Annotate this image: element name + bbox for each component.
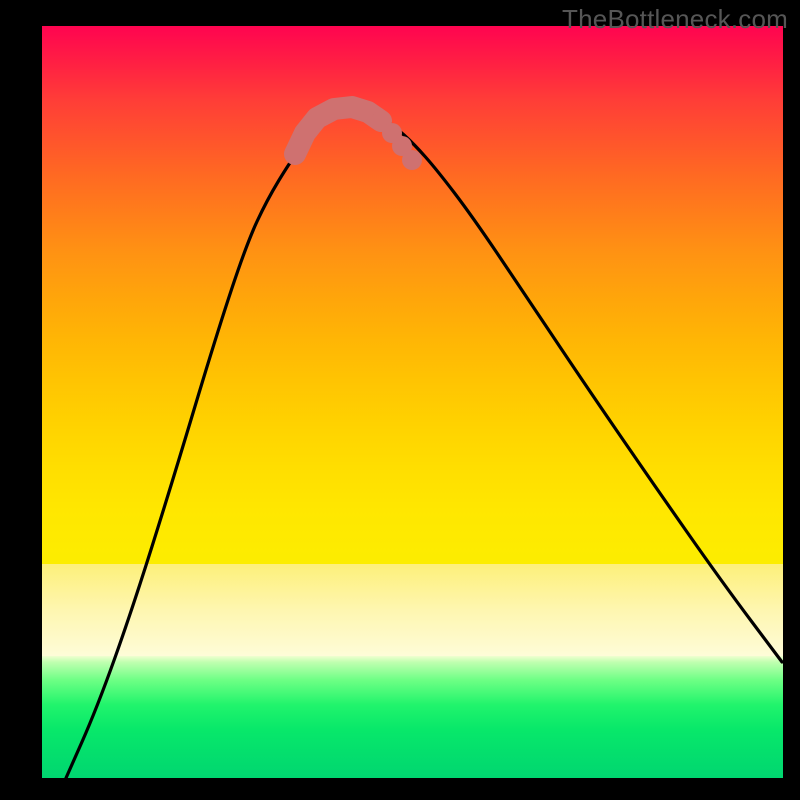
highlight-dot — [402, 150, 422, 170]
plot-area — [42, 26, 783, 778]
outer-frame: TheBottleneck.com — [0, 0, 800, 800]
watermark-text: TheBottleneck.com — [562, 4, 788, 35]
highlight-stroke — [295, 107, 381, 154]
chart-svg — [42, 26, 783, 778]
bottleneck-curve — [66, 108, 782, 778]
highlight-dot — [285, 144, 305, 164]
highlight-markers — [285, 107, 422, 170]
